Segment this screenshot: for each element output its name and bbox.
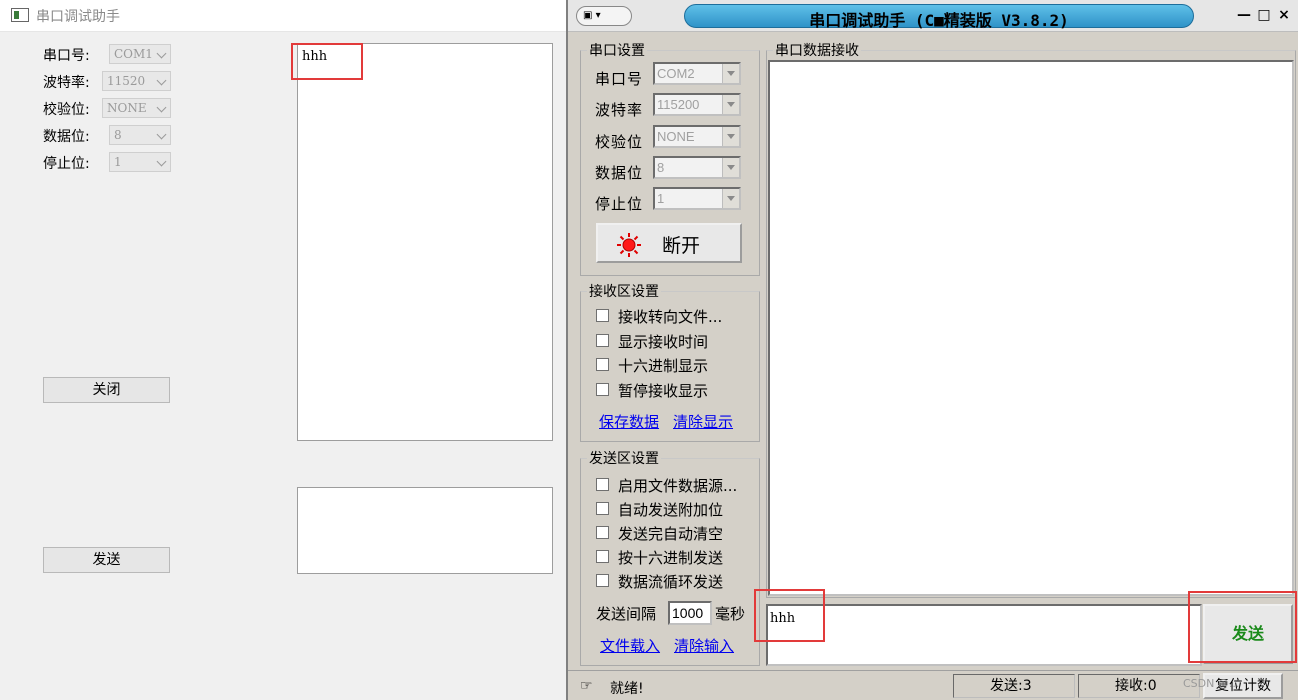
send-button[interactable]: 发送: [43, 547, 170, 573]
receive-textarea[interactable]: hhh: [297, 43, 553, 441]
r-baud-label: 波特率: [595, 101, 644, 119]
dropdown-arrow-icon: [722, 95, 739, 114]
checkbox-label: 发送完自动清空: [618, 525, 724, 543]
left-title-bar: 串口调试助手: [0, 0, 566, 32]
dropdown-arrow-icon: [722, 158, 739, 177]
r-databits-combo[interactable]: 8: [653, 156, 741, 179]
databits-combo[interactable]: 8: [109, 125, 171, 145]
highlight-box: [291, 43, 363, 80]
r-port-combo[interactable]: COM2: [653, 62, 741, 85]
checkbox-label: 十六进制显示: [618, 357, 709, 375]
ready-icon: ☞: [580, 678, 593, 694]
checkbox-label: 按十六进制发送: [618, 549, 724, 567]
checkbox-icon[interactable]: [596, 526, 609, 539]
highlight-box: [754, 589, 825, 642]
status-sent: 发送:3: [953, 674, 1075, 698]
chevron-down-icon: [156, 156, 167, 167]
r-parity-value: NONE: [657, 129, 695, 144]
r-port-label: 串口号: [595, 70, 644, 88]
port-label: 串口号:: [43, 48, 90, 64]
disconnect-button[interactable]: 断开: [596, 223, 742, 263]
chevron-down-icon: [156, 102, 167, 113]
dropdown-arrow-icon: [722, 127, 739, 146]
parity-combo-value: NONE: [107, 101, 147, 115]
save-data-link[interactable]: 保存数据: [599, 411, 659, 432]
r-baud-value: 115200: [657, 97, 700, 112]
checkbox-icon[interactable]: [596, 358, 609, 371]
close-port-button[interactable]: 关闭: [43, 377, 170, 403]
receive-settings-legend: 接收区设置: [587, 281, 661, 301]
send-interval-unit: 毫秒: [715, 605, 746, 623]
send-interval-input[interactable]: 1000: [668, 601, 712, 625]
parity-combo[interactable]: NONE: [102, 98, 171, 118]
checkbox-icon[interactable]: [596, 334, 609, 347]
clear-display-link[interactable]: 清除显示: [673, 411, 733, 432]
r-parity-combo[interactable]: NONE: [653, 125, 741, 148]
databits-combo-value: 8: [114, 128, 122, 142]
serial-settings-legend: 串口设置: [587, 40, 647, 60]
r-port-value: COM2: [657, 66, 695, 81]
r-baud-combo[interactable]: 115200: [653, 93, 741, 116]
dropdown-arrow-icon: [722, 64, 739, 83]
checkbox-label: 暂停接收显示: [618, 382, 709, 400]
baud-combo[interactable]: 11520: [102, 71, 171, 91]
r-stopbits-label: 停止位: [595, 195, 644, 213]
status-ready: 就绪!: [610, 681, 644, 697]
left-window-title: 串口调试助手: [36, 9, 120, 25]
file-load-link[interactable]: 文件载入: [600, 635, 660, 656]
chevron-down-icon: [156, 75, 167, 86]
r-parity-label: 校验位: [595, 133, 644, 151]
stopbits-combo-value: 1: [114, 155, 122, 169]
right-title-bar: ▣ ▾ 串口调试助手 (C■精装版 V3.8.2) — □ ×: [568, 0, 1298, 32]
right-window-title: 串口调试助手 (C■精装版 V3.8.2): [809, 11, 1069, 30]
chevron-down-icon: [156, 48, 167, 59]
system-menu-button[interactable]: ▣ ▾: [576, 6, 632, 26]
r-databits-label: 数据位: [595, 164, 644, 182]
checkbox-icon[interactable]: [596, 383, 609, 396]
app-icon: [11, 8, 29, 22]
chevron-down-icon: [156, 129, 167, 140]
stopbits-label: 停止位:: [43, 156, 90, 172]
checkbox-label: 数据流循环发送: [618, 573, 724, 591]
send-settings-legend: 发送区设置: [587, 448, 661, 468]
port-combo[interactable]: COM1: [109, 44, 171, 64]
status-received: 接收:0: [1078, 674, 1200, 698]
checkbox-icon[interactable]: [596, 574, 609, 587]
checkbox-icon[interactable]: [596, 478, 609, 491]
checkbox-label: 显示接收时间: [618, 333, 709, 351]
system-menu-icon: ▣ ▾: [583, 10, 601, 21]
checkbox-icon[interactable]: [596, 309, 609, 322]
dropdown-arrow-icon: [722, 189, 739, 208]
baud-combo-value: 11520: [107, 74, 146, 88]
checkbox-icon[interactable]: [596, 550, 609, 563]
receive-area-legend: 串口数据接收: [773, 40, 861, 60]
send-textarea[interactable]: [297, 487, 553, 574]
baud-label: 波特率:: [43, 75, 90, 91]
stopbits-combo[interactable]: 1: [109, 152, 171, 172]
highlight-box: [1188, 591, 1297, 663]
databits-label: 数据位:: [43, 129, 90, 145]
port-combo-value: COM1: [114, 47, 153, 61]
red-led-icon: [617, 233, 641, 257]
checkbox-label: 自动发送附加位: [618, 501, 724, 519]
maximize-icon[interactable]: □: [1256, 6, 1272, 24]
title-pill: 串口调试助手 (C■精装版 V3.8.2): [684, 4, 1194, 30]
watermark: CSDN @...: [1183, 677, 1240, 690]
clear-input-link[interactable]: 清除输入: [674, 635, 734, 656]
checkbox-label: 接收转向文件...: [618, 308, 723, 326]
checkbox-label: 启用文件数据源...: [618, 477, 738, 495]
send-interval-label: 发送间隔: [596, 605, 657, 623]
minimize-icon[interactable]: —: [1236, 6, 1252, 24]
send-input-pane[interactable]: hhh: [766, 604, 1202, 666]
receive-pane[interactable]: [768, 60, 1294, 596]
checkbox-icon[interactable]: [596, 502, 609, 515]
close-icon[interactable]: ×: [1276, 6, 1292, 24]
left-window: 串口调试助手 串口号: COM1 波特率: 11520 校验位: NONE 数据…: [0, 0, 566, 700]
r-databits-value: 8: [657, 160, 665, 175]
r-stopbits-value: 1: [657, 191, 665, 206]
r-stopbits-combo[interactable]: 1: [653, 187, 741, 210]
disconnect-label: 断开: [662, 235, 701, 257]
parity-label: 校验位:: [43, 102, 90, 118]
